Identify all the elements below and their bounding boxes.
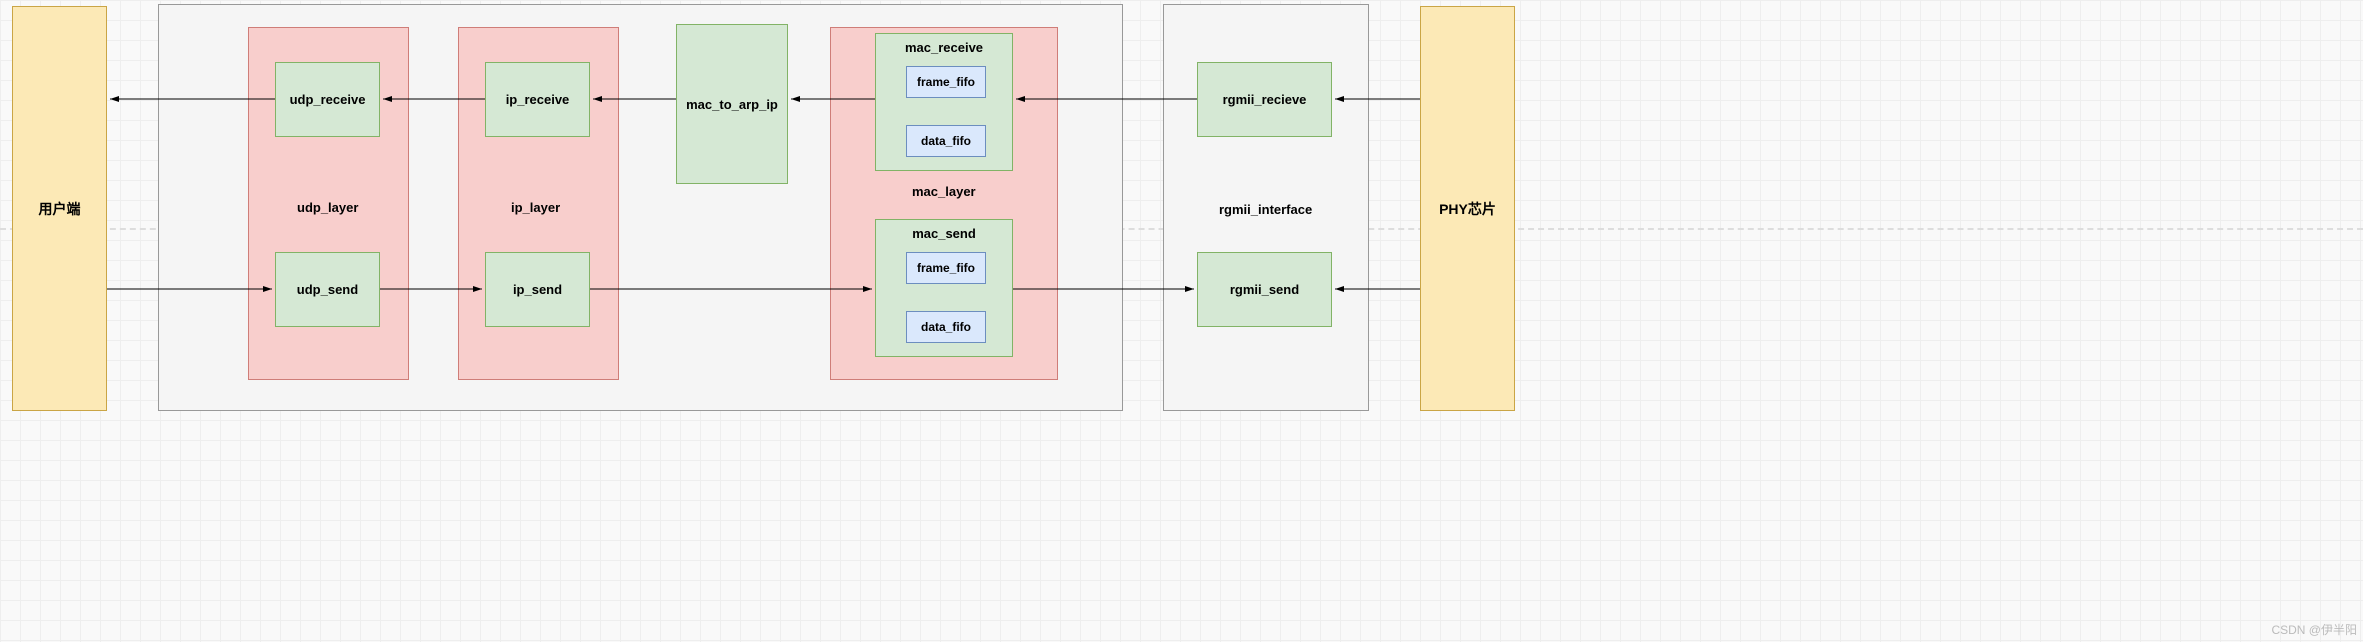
- udp-receive: udp_receive: [275, 62, 380, 137]
- user-endpoint: 用户端: [12, 6, 107, 411]
- rgmii-interface-label: rgmii_interface: [1219, 202, 1312, 217]
- mac-receive-label: mac_receive: [905, 40, 983, 55]
- watermark: CSDN @伊半阳: [2271, 621, 2357, 638]
- mac-receive-frame-fifo: frame_fifo: [906, 66, 986, 98]
- phy-chip: PHY芯片: [1420, 6, 1515, 411]
- udp-send: udp_send: [275, 252, 380, 327]
- mac-to-arp-ip: mac_to_arp_ip: [676, 24, 788, 184]
- mac-send-frame-fifo: frame_fifo: [906, 252, 986, 284]
- mac-layer-label: mac_layer: [912, 184, 976, 199]
- mac-send-data-fifo: data_fifo: [906, 311, 986, 343]
- ip-layer-label: ip_layer: [511, 200, 560, 215]
- mac-receive-data-fifo: data_fifo: [906, 125, 986, 157]
- udp-layer-label: udp_layer: [297, 200, 358, 215]
- rgmii-send: rgmii_send: [1197, 252, 1332, 327]
- ip-send: ip_send: [485, 252, 590, 327]
- mac-send-label: mac_send: [912, 226, 976, 241]
- ip-receive: ip_receive: [485, 62, 590, 137]
- rgmii-receive: rgmii_recieve: [1197, 62, 1332, 137]
